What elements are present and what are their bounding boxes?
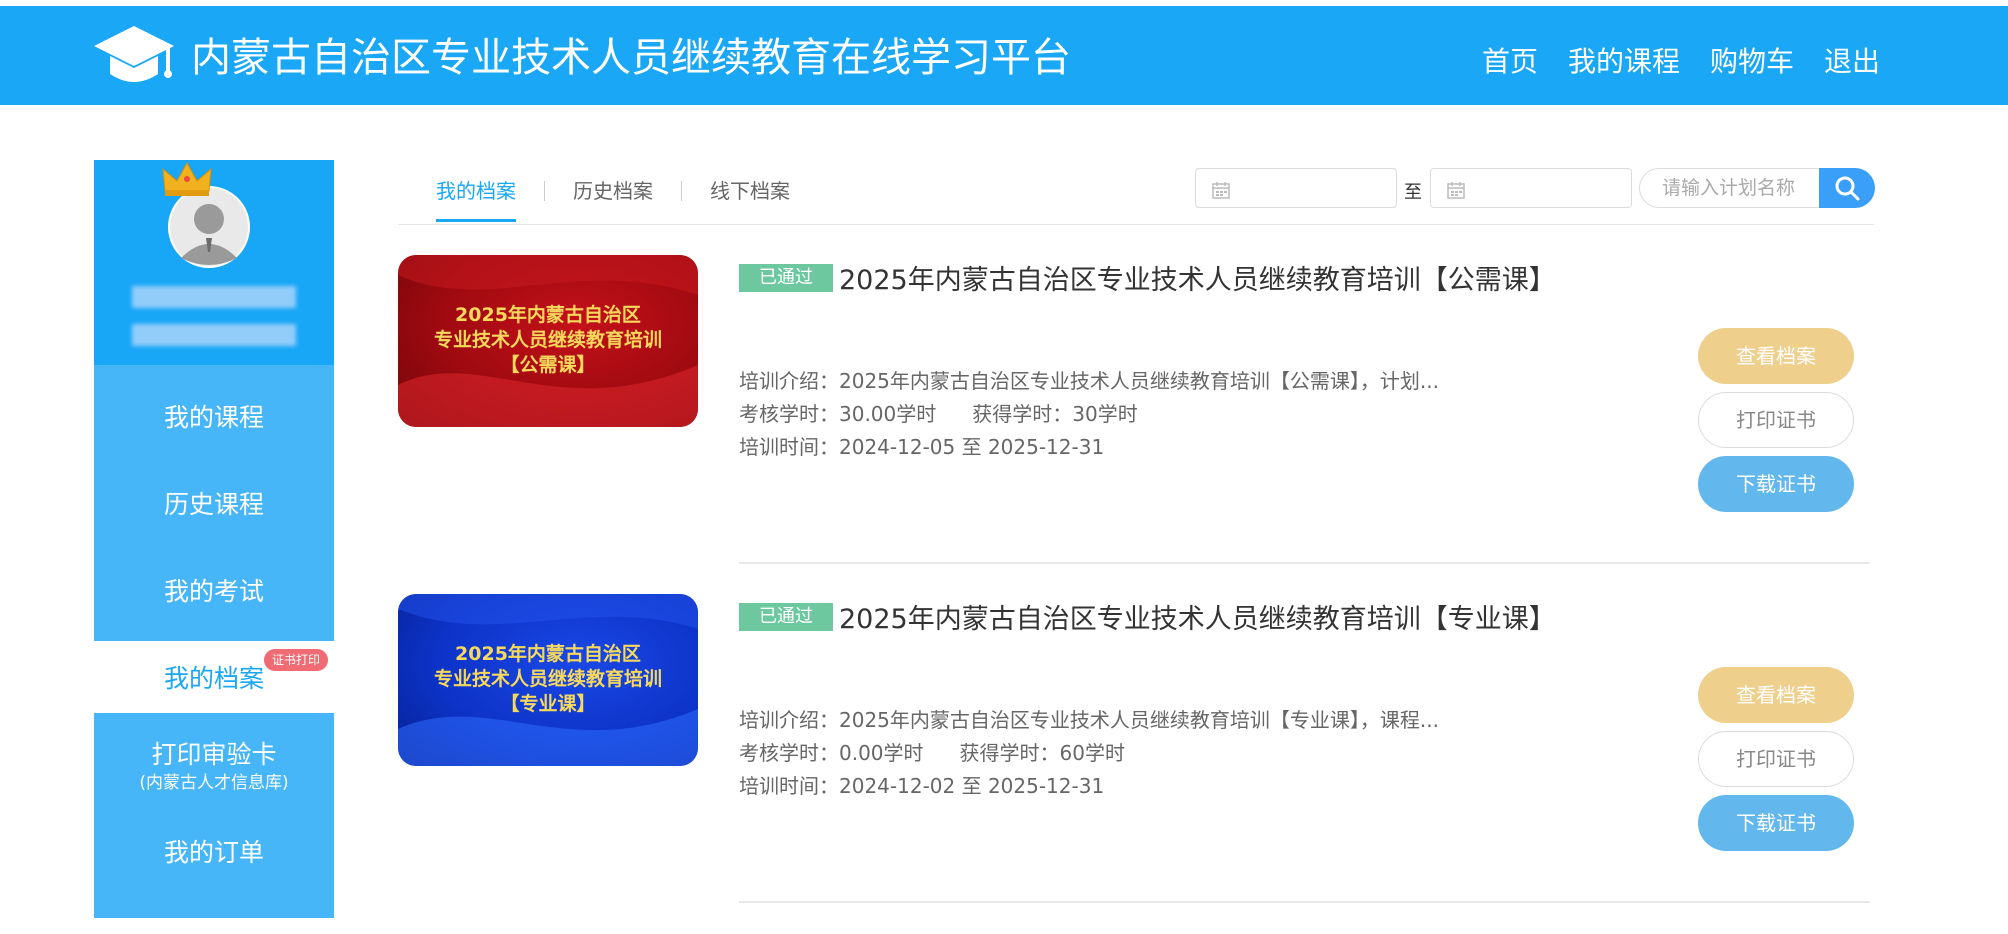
- nav-my-courses[interactable]: 我的课程: [1568, 42, 1680, 82]
- course-thumbnail[interactable]: 2025年内蒙古自治区 专业技术人员继续教育培训 【公需课】: [398, 255, 698, 427]
- download-certificate-button[interactable]: 下载证书: [1698, 456, 1854, 512]
- nav-cart[interactable]: 购物车: [1710, 42, 1794, 82]
- download-certificate-button[interactable]: 下载证书: [1698, 795, 1854, 851]
- course-info: 培训介绍：2025年内蒙古自治区专业技术人员继续教育培训【专业课】，课程... …: [739, 704, 1439, 803]
- course-title[interactable]: 2025年内蒙古自治区专业技术人员继续教育培训【公需课】: [839, 258, 1556, 297]
- course-divider: [739, 901, 1870, 903]
- sidebar-item-label: 打印审验卡: [151, 740, 277, 769]
- search-icon: [1835, 176, 1860, 201]
- crown-icon: [162, 161, 212, 196]
- course-info: 培训介绍：2025年内蒙古自治区专业技术人员继续教育培训【公需课】，计划... …: [739, 365, 1439, 464]
- user-profile: [94, 160, 334, 365]
- tab-offline-archive[interactable]: 线下档案: [710, 176, 790, 222]
- print-certificate-button[interactable]: 打印证书: [1698, 731, 1854, 787]
- thumbnail-line: 【公需课】: [500, 354, 596, 376]
- view-archive-button[interactable]: 查看档案: [1698, 328, 1854, 384]
- thumbnail-line: 2025年内蒙古自治区: [455, 304, 641, 326]
- tab-history-archive[interactable]: 历史档案: [573, 176, 653, 222]
- sidebar-item-label: 历史课程: [163, 490, 264, 519]
- course-card: 2025年内蒙古自治区 专业技术人员继续教育培训 【专业课】 已通过 2025年…: [398, 594, 1874, 934]
- avatar: [168, 186, 250, 268]
- sidebar-item-sublabel: (内蒙古人才信息库): [139, 773, 289, 793]
- tab-my-archive[interactable]: 我的档案: [436, 176, 516, 222]
- top-nav: 首页 我的课程 购物车 退出: [1482, 42, 1880, 82]
- sidebar-item-label: 我的档案: [163, 664, 264, 693]
- top-header: 内蒙古自治区专业技术人员继续教育在线学习平台 首页 我的课程 购物车 退出: [0, 6, 2008, 105]
- sidebar-item-my-orders[interactable]: 我的订单: [94, 815, 334, 887]
- required-hours: 考核学时：0.00学时: [739, 741, 924, 765]
- course-hours: 考核学时：0.00学时 获得学时：60学时: [739, 737, 1439, 770]
- sidebar-item-label: 我的课程: [163, 403, 264, 432]
- required-hours: 考核学时：30.00学时: [739, 402, 937, 426]
- tabs-divider: [398, 224, 1874, 225]
- nav-home[interactable]: 首页: [1482, 42, 1538, 82]
- thumbnail-line: 【专业课】: [500, 693, 596, 715]
- thumbnail-line: 专业技术人员继续教育培训: [433, 329, 662, 351]
- status-badge: 已通过: [739, 264, 833, 292]
- thumbnail-caption: 2025年内蒙古自治区 专业技术人员继续教育培训 【公需课】: [398, 303, 698, 378]
- course-thumbnail[interactable]: 2025年内蒙古自治区 专业技术人员继续教育培训 【专业课】: [398, 594, 698, 766]
- sidebar-item-history-courses[interactable]: 历史课程: [94, 467, 334, 539]
- thumbnail-line: 专业技术人员继续教育培训: [433, 668, 662, 690]
- date-range-separator: 至: [1404, 182, 1422, 203]
- earned-hours: 获得学时：60学时: [959, 741, 1125, 765]
- start-date-input[interactable]: [1195, 168, 1397, 208]
- view-archive-button[interactable]: 查看档案: [1698, 667, 1854, 723]
- course-intro: 培训介绍：2025年内蒙古自治区专业技术人员继续教育培训【公需课】，计划...: [739, 369, 1439, 393]
- course-title[interactable]: 2025年内蒙古自治区专业技术人员继续教育培训【专业课】: [839, 597, 1556, 636]
- earned-hours: 获得学时：30学时: [972, 402, 1138, 426]
- site-title: 内蒙古自治区专业技术人员继续教育在线学习平台: [191, 35, 1071, 81]
- sidebar-item-label: 我的订单: [163, 838, 264, 867]
- sidebar-item-print-review-card[interactable]: 打印审验卡 (内蒙古人才信息库): [94, 728, 334, 800]
- course-hours: 考核学时：30.00学时 获得学时：30学时: [739, 398, 1439, 431]
- archive-tabs: 我的档案 历史档案 线下档案: [436, 176, 790, 222]
- user-name-blurred: [132, 286, 296, 308]
- tab-separator: [544, 181, 545, 201]
- graduation-cap-icon: [94, 26, 174, 82]
- calendar-icon: [1212, 182, 1230, 199]
- end-date-input[interactable]: [1430, 168, 1632, 208]
- status-badge: 已通过: [739, 603, 833, 631]
- sidebar-item-label: 我的考试: [163, 577, 264, 606]
- search-button[interactable]: [1819, 168, 1875, 208]
- certificate-print-badge: 证书打印: [263, 649, 328, 671]
- course-intro: 培训介绍：2025年内蒙古自治区专业技术人员继续教育培训【专业课】，课程...: [739, 708, 1439, 732]
- plan-search: 请输入计划名称: [1639, 168, 1875, 208]
- sidebar-item-my-archive[interactable]: 我的档案 证书打印: [94, 641, 334, 713]
- course-divider: [739, 562, 1870, 564]
- print-certificate-button[interactable]: 打印证书: [1698, 392, 1854, 448]
- calendar-icon: [1447, 182, 1465, 199]
- nav-logout[interactable]: 退出: [1824, 42, 1880, 82]
- tab-separator: [681, 181, 682, 201]
- sidebar-item-my-exams[interactable]: 我的考试: [94, 554, 334, 626]
- search-input[interactable]: 请输入计划名称: [1639, 168, 1829, 208]
- sidebar: 我的课程 历史课程 我的考试 我的档案 证书打印 打印审验卡 (内蒙古人才信息库…: [94, 160, 334, 918]
- thumbnail-caption: 2025年内蒙古自治区 专业技术人员继续教育培训 【专业课】: [398, 642, 698, 717]
- sidebar-item-my-courses[interactable]: 我的课程: [94, 380, 334, 452]
- course-card: 2025年内蒙古自治区 专业技术人员继续教育培训 【公需课】 已通过 2025年…: [398, 255, 1874, 595]
- user-id-blurred: [132, 324, 296, 346]
- course-period: 培训时间：2024-12-05 至 2025-12-31: [739, 435, 1105, 459]
- course-period: 培训时间：2024-12-02 至 2025-12-31: [739, 774, 1105, 798]
- thumbnail-line: 2025年内蒙古自治区: [455, 643, 641, 665]
